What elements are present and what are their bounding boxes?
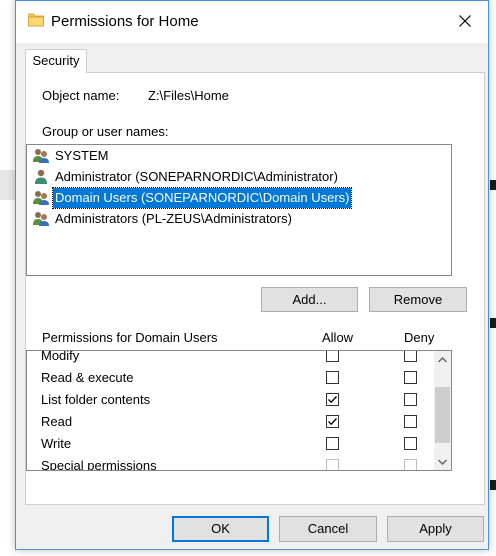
ok-button[interactable]: OK <box>172 516 269 542</box>
allow-checkbox[interactable] <box>326 351 339 362</box>
user-name: SYSTEM <box>55 148 109 163</box>
apply-button[interactable]: Apply <box>387 516 484 542</box>
allow-header: Allow <box>322 330 354 345</box>
scroll-up-button[interactable] <box>434 351 451 368</box>
window-title: Permissions for Home <box>51 13 199 30</box>
close-icon <box>459 14 471 30</box>
check-icon <box>328 418 337 426</box>
allow-checkbox[interactable] <box>326 437 339 450</box>
user-name: Domain Users (SONEPARNORDIC\Domain Users… <box>51 187 353 209</box>
deny-checkbox <box>404 459 417 470</box>
list-item[interactable]: Administrator (SONEPARNORDIC\Administrat… <box>29 167 449 187</box>
title-bar: Permissions for Home <box>16 1 488 43</box>
permission-name: Modify <box>41 350 80 363</box>
background-window-mark <box>490 180 496 190</box>
permission-row: Read <box>27 411 431 433</box>
user-icon <box>32 169 50 185</box>
permission-row: Write <box>27 433 431 455</box>
permissions-list[interactable]: Modify Read & execute List folder conten… <box>26 350 452 471</box>
permission-row: List folder contents <box>27 389 431 411</box>
allow-checkbox[interactable] <box>326 393 339 406</box>
permission-name: List folder contents <box>41 392 151 407</box>
group-icon <box>32 190 50 206</box>
check-icon <box>328 396 337 404</box>
permissions-scrollbar[interactable] <box>434 351 451 470</box>
group-icon <box>32 148 50 164</box>
deny-checkbox[interactable] <box>404 393 417 406</box>
permission-row: Special permissions <box>27 455 431 471</box>
permission-name: Special permissions <box>41 458 157 471</box>
close-button[interactable] <box>442 1 488 43</box>
add-button[interactable]: Add... <box>261 287 358 312</box>
allow-checkbox <box>326 459 339 470</box>
deny-header: Deny <box>404 330 435 345</box>
user-name: Administrators (PL-ZEUS\Administrators) <box>55 211 292 226</box>
permission-row: Modify <box>27 350 431 367</box>
scroll-down-button[interactable] <box>434 453 451 470</box>
object-name-label: Object name: <box>42 88 120 103</box>
folder-icon <box>27 13 45 27</box>
permissions-label: Permissions for Domain Users <box>42 330 218 345</box>
tab-security[interactable]: Security <box>25 49 87 73</box>
deny-checkbox[interactable] <box>404 437 417 450</box>
background-window-mark <box>490 318 496 328</box>
remove-button[interactable]: Remove <box>369 287 467 312</box>
permission-name: Read & execute <box>41 370 134 385</box>
allow-checkbox[interactable] <box>326 415 339 428</box>
background-window-mark <box>490 480 496 490</box>
list-item[interactable]: SYSTEM <box>29 146 449 166</box>
group-or-user-names-label: Group or user names: <box>42 124 169 139</box>
permission-row: Read & execute <box>27 367 431 389</box>
deny-checkbox[interactable] <box>404 371 417 384</box>
chevron-up-icon <box>438 356 447 362</box>
allow-checkbox[interactable] <box>326 371 339 384</box>
object-name-value: Z:\Files\Home <box>148 88 229 103</box>
permission-name: Write <box>41 436 72 451</box>
scroll-thumb[interactable] <box>435 387 450 443</box>
deny-checkbox[interactable] <box>404 351 417 362</box>
list-item[interactable]: Administrators (PL-ZEUS\Administrators) <box>29 209 449 229</box>
list-item[interactable]: Domain Users (SONEPARNORDIC\Domain Users… <box>29 187 449 209</box>
user-list[interactable]: SYSTEM Administrator (SONEPARNORDIC\Admi… <box>26 144 452 276</box>
group-icon <box>32 211 50 227</box>
background-window-strip <box>0 170 16 200</box>
permission-name: Read <box>41 414 73 429</box>
cancel-button[interactable]: Cancel <box>279 516 377 542</box>
deny-checkbox[interactable] <box>404 415 417 428</box>
user-name: Administrator (SONEPARNORDIC\Administrat… <box>55 169 338 184</box>
chevron-down-icon <box>438 459 447 465</box>
